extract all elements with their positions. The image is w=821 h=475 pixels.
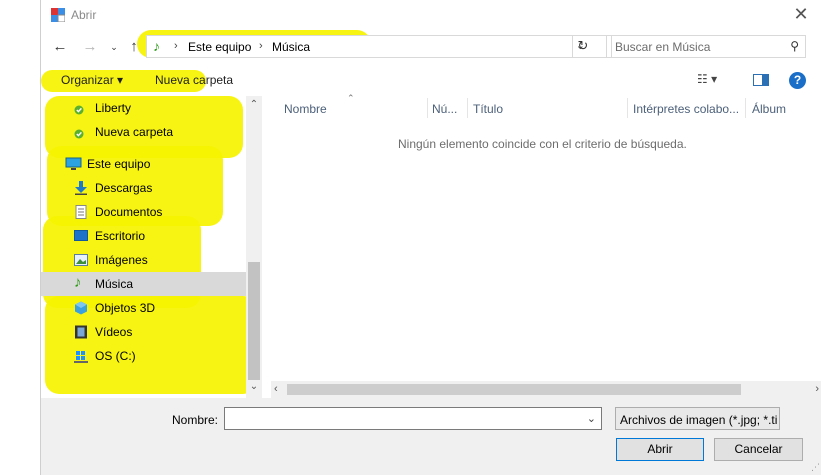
column-headers: ⌃ Nombre Nú... Título Intérpretes colabo…: [271, 93, 821, 120]
new-folder-button[interactable]: Nueva carpeta: [155, 73, 233, 87]
folder-check-icon: [74, 129, 84, 139]
video-icon: [75, 325, 87, 339]
refresh-icon[interactable]: ↻: [572, 35, 593, 58]
nav-item-os-c[interactable]: OS (C:): [41, 344, 246, 368]
music-icon: ♪: [74, 274, 82, 291]
file-type-select[interactable]: Archivos de imagen (*.jpg; *.ti: [615, 407, 780, 430]
navigation-pane: Liberty Nueva carpeta Este equipo Descar…: [41, 96, 262, 398]
scrollbar-thumb[interactable]: [248, 262, 260, 380]
nav-item-descargas[interactable]: Descargas: [41, 176, 246, 200]
title-bar: Abrir ✕: [41, 0, 821, 30]
column-header-nombre[interactable]: Nombre: [284, 102, 327, 116]
search-placeholder: Buscar en Música: [615, 40, 711, 54]
column-header-album[interactable]: Álbum: [752, 102, 786, 116]
nav-pane-scrollbar[interactable]: ⌃ ⌄: [246, 96, 262, 398]
computer-icon: [65, 157, 82, 170]
nav-item-escritorio[interactable]: Escritorio: [41, 224, 246, 248]
open-file-dialog: Abrir ✕ ← → ⌄ ↑ ♪ › Este equipo › Música…: [40, 0, 821, 475]
search-input[interactable]: Buscar en Música ⚲: [606, 35, 806, 58]
breadcrumb-separator-icon[interactable]: ›: [174, 40, 178, 52]
column-header-numero[interactable]: Nú...: [432, 102, 457, 116]
organize-menu-button[interactable]: Organizar ▾: [61, 73, 123, 87]
desktop-icon: [74, 230, 88, 241]
sort-ascending-icon: ⌃: [347, 93, 355, 103]
up-arrow-icon[interactable]: ↑: [125, 38, 143, 56]
column-header-interpretes[interactable]: Intérpretes colabo...: [633, 102, 739, 116]
nav-item-nueva-carpeta[interactable]: Nueva carpeta: [41, 120, 246, 144]
column-divider[interactable]: [427, 98, 428, 118]
file-name-label: Nombre:: [172, 413, 219, 427]
forward-arrow-icon[interactable]: →: [81, 38, 99, 56]
nav-item-documentos[interactable]: Documentos: [41, 200, 246, 224]
document-icon: [75, 205, 87, 219]
scrollbar-thumb[interactable]: [287, 384, 741, 395]
address-bar[interactable]: ♪ › Este equipo › Música ⌄: [146, 35, 612, 58]
empty-results-message: Ningún elemento coincide con el criterio…: [398, 137, 687, 151]
app-icon: [51, 8, 65, 22]
window-title: Abrir: [71, 8, 97, 22]
dialog-footer: Nombre: ⌄ Archivos de imagen (*.jpg; *.t…: [41, 398, 821, 475]
column-divider[interactable]: [627, 98, 628, 118]
file-list-horizontal-scrollbar[interactable]: ‹ ›: [271, 381, 821, 398]
drive-icon: [74, 351, 88, 363]
view-options-icon[interactable]: ☷ ▾: [697, 72, 717, 90]
file-name-input[interactable]: ⌄: [224, 407, 602, 430]
scroll-up-icon[interactable]: ⌃: [246, 99, 262, 110]
nav-item-liberty[interactable]: Liberty: [41, 96, 246, 120]
scroll-left-icon[interactable]: ‹: [274, 383, 278, 395]
file-name-dropdown-icon[interactable]: ⌄: [587, 412, 596, 425]
scroll-right-icon[interactable]: ›: [815, 383, 819, 395]
cube-icon: [75, 301, 87, 315]
breadcrumb-este-equipo[interactable]: Este equipo: [188, 40, 251, 54]
nav-item-musica[interactable]: ♪ Música: [41, 272, 246, 296]
resize-grip-icon[interactable]: ⋰: [811, 462, 820, 473]
close-icon[interactable]: ✕: [790, 4, 812, 26]
open-button[interactable]: Abrir: [616, 438, 704, 461]
column-header-titulo[interactable]: Título: [473, 102, 503, 116]
pictures-icon: [74, 254, 88, 266]
music-icon: ♪: [153, 38, 160, 54]
nav-item-este-equipo[interactable]: Este equipo: [41, 152, 246, 176]
help-icon[interactable]: ?: [789, 72, 806, 89]
recent-locations-chevron-icon[interactable]: ⌄: [105, 38, 123, 56]
back-arrow-icon[interactable]: ←: [51, 38, 69, 56]
nav-item-imagenes[interactable]: Imágenes: [41, 248, 246, 272]
search-icon[interactable]: ⚲: [790, 39, 799, 53]
download-icon: [75, 181, 87, 195]
nav-item-objetos-3d[interactable]: Objetos 3D: [41, 296, 246, 320]
column-divider[interactable]: [467, 98, 468, 118]
preview-pane-icon[interactable]: [753, 74, 769, 92]
scroll-down-icon[interactable]: ⌄: [246, 381, 262, 392]
breadcrumb-separator-icon[interactable]: ›: [259, 40, 263, 52]
cancel-button[interactable]: Cancelar: [714, 438, 803, 461]
folder-check-icon: [74, 105, 84, 115]
breadcrumb-musica[interactable]: Música: [272, 40, 310, 54]
nav-item-videos[interactable]: Vídeos: [41, 320, 246, 344]
column-divider[interactable]: [745, 98, 746, 118]
